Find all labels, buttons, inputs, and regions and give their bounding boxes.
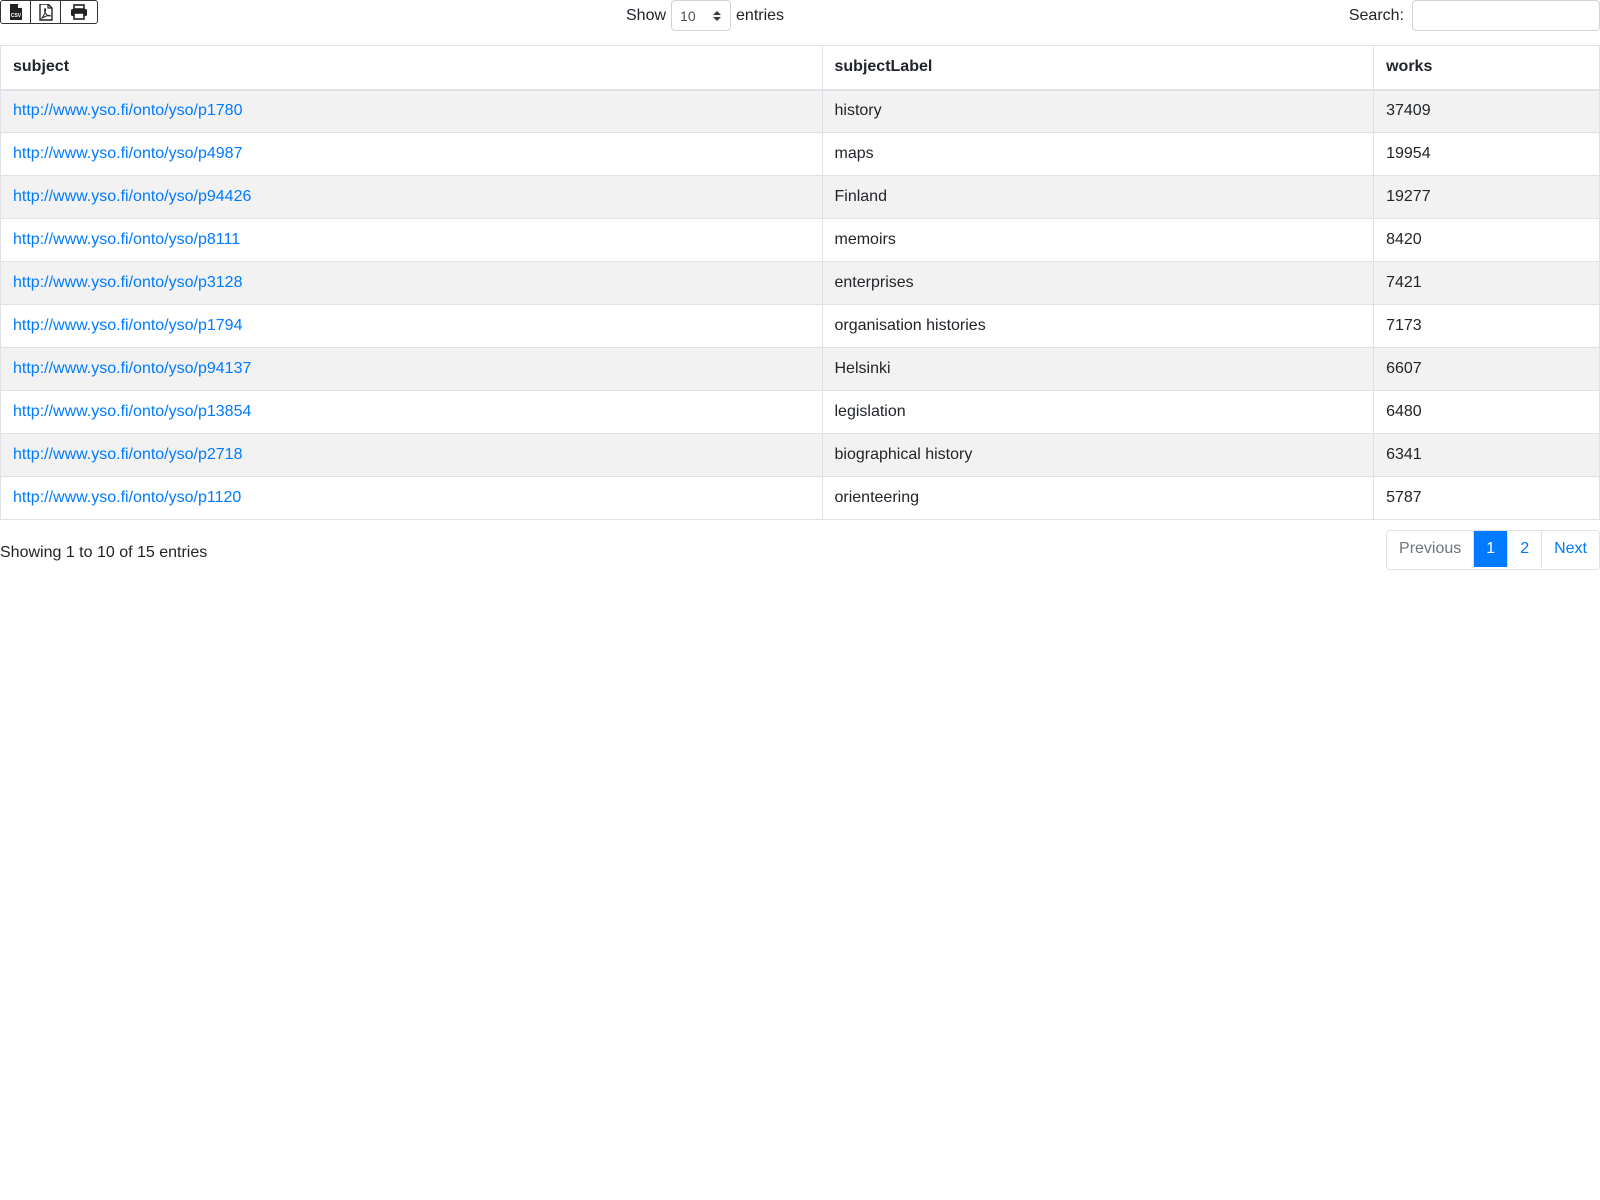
works-cell: 8420 [1373, 218, 1600, 262]
table-header-row: subject subjectLabel works [0, 45, 1600, 91]
table-row: http://www.yso.fi/onto/yso/p1120 oriente… [0, 476, 1600, 520]
subject-cell: http://www.yso.fi/onto/yso/p94426 [0, 175, 823, 219]
column-header-subject[interactable]: subject [0, 45, 823, 91]
table-row: http://www.yso.fi/onto/yso/p1780 history… [0, 89, 1600, 133]
works-cell: 19277 [1373, 175, 1600, 219]
subject-link[interactable]: http://www.yso.fi/onto/yso/p94137 [13, 360, 251, 377]
subject-label-cell: Finland [821, 175, 1375, 219]
table-row: http://www.yso.fi/onto/yso/p8111 memoirs… [0, 218, 1600, 262]
subject-cell: http://www.yso.fi/onto/yso/p1120 [0, 476, 823, 520]
search-input[interactable] [1412, 0, 1600, 31]
subject-label-cell: history [821, 89, 1375, 133]
works-cell: 7173 [1373, 304, 1600, 348]
entries-length-control: Show 10 entries [626, 0, 784, 31]
works-cell: 6607 [1373, 347, 1600, 391]
entries-per-page-value: 10 [680, 7, 696, 24]
works-cell: 6480 [1373, 390, 1600, 434]
entries-label: entries [736, 6, 785, 24]
show-label: Show [626, 6, 667, 24]
table-row: http://www.yso.fi/onto/yso/p4987 maps 19… [0, 132, 1600, 176]
entries-per-page-select[interactable]: 10 [671, 0, 732, 31]
csv-export-button[interactable]: CSV [1, 1, 31, 23]
subject-cell: http://www.yso.fi/onto/yso/p8111 [0, 218, 823, 262]
works-cell: 7421 [1373, 261, 1600, 305]
subject-link[interactable]: http://www.yso.fi/onto/yso/p94426 [13, 188, 251, 205]
table-row: http://www.yso.fi/onto/yso/p94426 Finlan… [0, 175, 1600, 219]
subject-label-cell: orienteering [821, 476, 1375, 520]
subject-label-cell: organisation histories [821, 304, 1375, 348]
works-cell: 6341 [1373, 433, 1600, 477]
csv-glyph-text: CSV [10, 13, 21, 19]
subject-label-cell: memoirs [821, 218, 1375, 262]
search-label: Search: [1348, 6, 1404, 24]
subject-cell: http://www.yso.fi/onto/yso/p1780 [0, 89, 823, 133]
table-row: http://www.yso.fi/onto/yso/p1794 organis… [0, 304, 1600, 348]
subject-cell: http://www.yso.fi/onto/yso/p3128 [0, 261, 823, 305]
table-row: http://www.yso.fi/onto/yso/p3128 enterpr… [0, 261, 1600, 305]
subject-label-cell: Helsinki [821, 347, 1375, 391]
select-arrows-icon [713, 9, 722, 23]
works-cell: 19954 [1373, 132, 1600, 176]
print-icon [70, 4, 88, 20]
subject-label-cell: maps [821, 132, 1375, 176]
subject-link[interactable]: http://www.yso.fi/onto/yso/p4987 [13, 145, 242, 162]
column-header-subjectlabel[interactable]: subjectLabel [821, 45, 1375, 91]
page-2-button[interactable]: 2 [1508, 531, 1543, 567]
subject-link[interactable]: http://www.yso.fi/onto/yso/p8111 [13, 231, 240, 248]
subject-link[interactable]: http://www.yso.fi/onto/yso/p13854 [13, 403, 251, 420]
works-cell: 37409 [1373, 89, 1600, 133]
export-button-group: CSV [0, 0, 98, 24]
works-cell: 5787 [1373, 476, 1600, 520]
table-row: http://www.yso.fi/onto/yso/p94137 Helsin… [0, 347, 1600, 391]
subject-link[interactable]: http://www.yso.fi/onto/yso/p2718 [13, 446, 242, 463]
csv-file-icon: CSV [9, 3, 23, 21]
table-row: http://www.yso.fi/onto/yso/p13854 legisl… [0, 390, 1600, 434]
table-info-text: Showing 1 to 10 of 15 entries [0, 544, 208, 561]
pdf-file-icon [38, 3, 53, 21]
page-1-button[interactable]: 1 [1474, 531, 1509, 567]
subject-label-cell: biographical history [821, 433, 1375, 477]
subject-link[interactable]: http://www.yso.fi/onto/yso/p1794 [13, 317, 242, 334]
search-control: Search: [1349, 0, 1600, 31]
pdf-export-button[interactable] [31, 1, 61, 23]
subject-cell: http://www.yso.fi/onto/yso/p1794 [0, 304, 823, 348]
subject-cell: http://www.yso.fi/onto/yso/p2718 [0, 433, 823, 477]
results-table: subject subjectLabel works http://www.ys… [0, 45, 1600, 520]
subject-cell: http://www.yso.fi/onto/yso/p13854 [0, 390, 823, 434]
subject-link[interactable]: http://www.yso.fi/onto/yso/p3128 [13, 274, 242, 291]
table-row: http://www.yso.fi/onto/yso/p2718 biograp… [0, 433, 1600, 477]
previous-page-button[interactable]: Previous [1387, 531, 1475, 567]
subject-link[interactable]: http://www.yso.fi/onto/yso/p1120 [13, 489, 241, 506]
table-toolbar: CSV Show 10 entries Search: [0, 0, 1600, 44]
print-button[interactable] [61, 1, 97, 23]
subject-label-cell: enterprises [821, 261, 1375, 305]
subject-link[interactable]: http://www.yso.fi/onto/yso/p1780 [13, 102, 242, 119]
subject-label-cell: legislation [821, 390, 1375, 434]
subject-cell: http://www.yso.fi/onto/yso/p94137 [0, 347, 823, 391]
pagination: Previous 1 2 Next [1386, 530, 1600, 570]
column-header-works[interactable]: works [1373, 45, 1600, 91]
next-page-button[interactable]: Next [1542, 531, 1599, 567]
subject-cell: http://www.yso.fi/onto/yso/p4987 [0, 132, 823, 176]
